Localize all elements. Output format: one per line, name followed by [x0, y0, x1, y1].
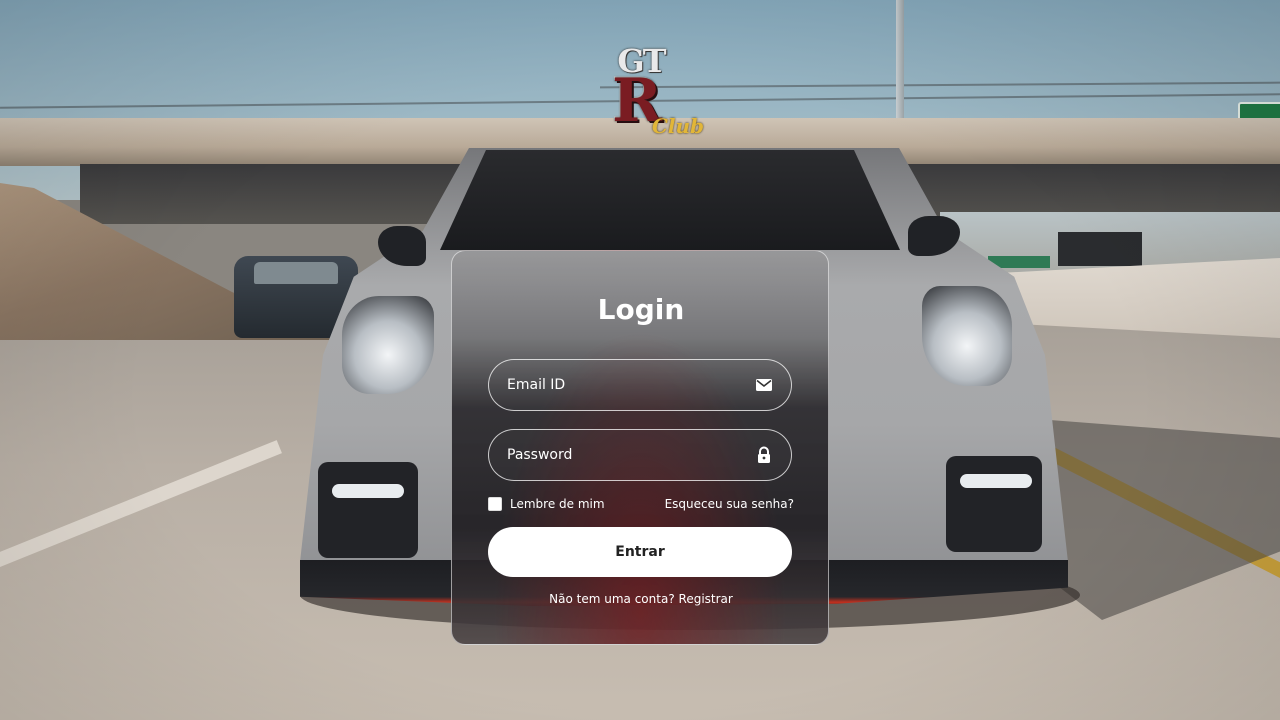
- gtr-club-logo: GT R Club: [586, 45, 705, 146]
- register-row: Não tem uma conta? Registrar: [452, 589, 828, 609]
- login-card: Login Lembre de mim Esqueceu sua senha? …: [451, 250, 829, 645]
- envelope-icon: [755, 376, 773, 394]
- login-title: Login: [597, 293, 685, 326]
- remember-label: Lembre de mim: [510, 497, 605, 511]
- password-field[interactable]: [488, 429, 792, 481]
- register-link[interactable]: Registrar: [679, 592, 733, 606]
- login-button[interactable]: Entrar: [488, 527, 792, 577]
- register-prompt: Não tem uma conta?: [549, 592, 675, 606]
- remember-checkbox[interactable]: [488, 497, 502, 511]
- remember-me[interactable]: Lembre de mim: [488, 494, 605, 514]
- lock-icon: [755, 446, 773, 464]
- email-input[interactable]: [507, 360, 747, 409]
- email-field[interactable]: [488, 359, 792, 411]
- logo-club: Club: [652, 114, 705, 138]
- options-row: Lembre de mim Esqueceu sua senha?: [488, 494, 794, 514]
- password-input[interactable]: [507, 430, 747, 479]
- forgot-password-link[interactable]: Esqueceu sua senha?: [665, 494, 794, 514]
